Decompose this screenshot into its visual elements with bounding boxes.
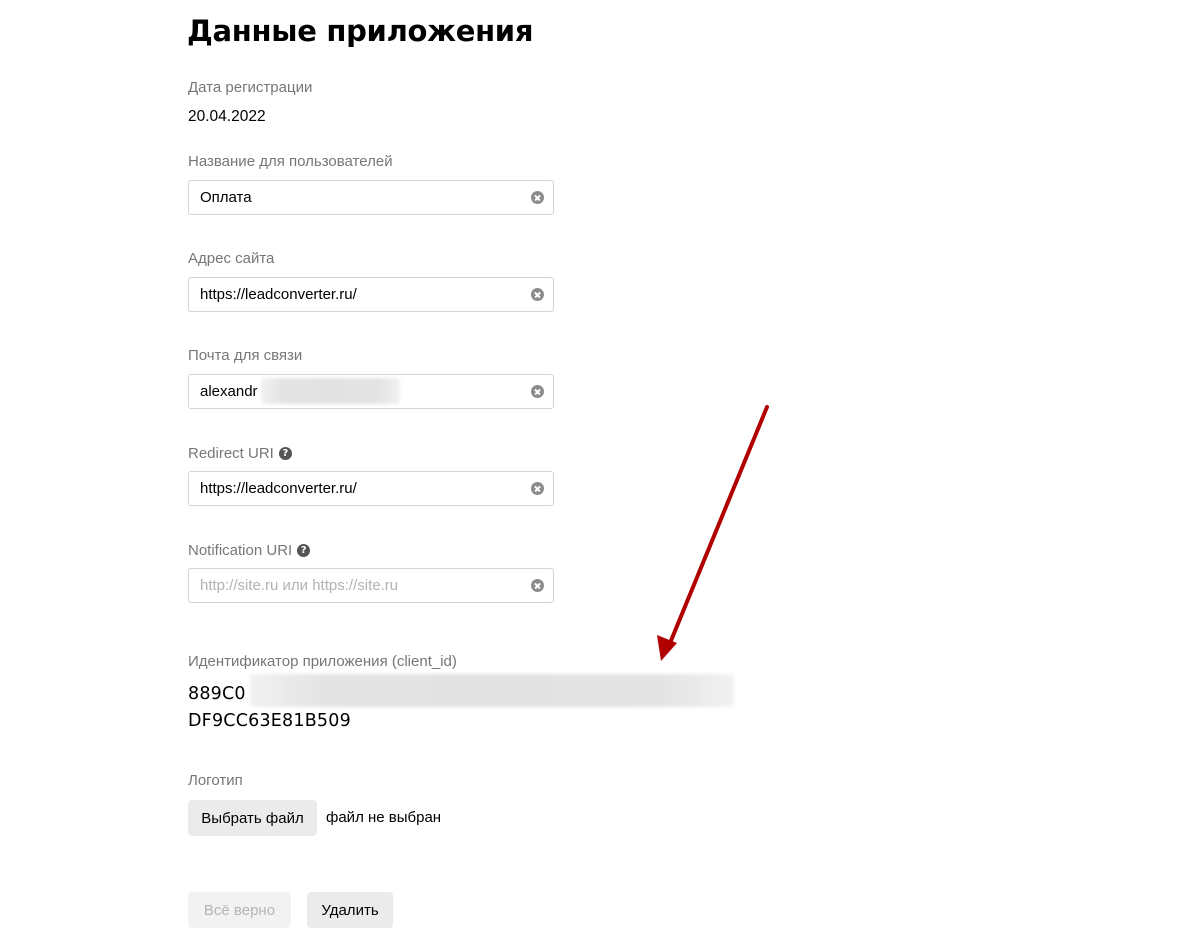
client-id-line-2: DF9CC63E81B509 [188,711,351,731]
delete-button[interactable]: Удалить [307,892,393,928]
redirect-uri-input[interactable] [200,472,520,504]
contact-email-label: Почта для связи [188,347,303,364]
registration-date-label: Дата регистрации [188,79,313,96]
site-address-input[interactable] [200,278,520,310]
file-status-text: файл не выбран [326,809,442,826]
notification-uri-field-wrapper [188,568,554,603]
site-address-field-wrapper [188,277,554,312]
question-circle-icon[interactable]: ? [278,447,292,460]
annotation-arrow-icon [657,405,769,661]
site-address-label: Адрес сайта [188,250,275,267]
clear-icon[interactable] [531,191,544,204]
question-circle-icon[interactable]: ? [297,544,311,557]
clear-icon[interactable] [531,385,544,398]
registration-date-value: 20.04.2022 [188,108,266,125]
choose-file-button[interactable]: Выбрать файл [188,800,317,836]
redaction-blur [261,378,400,404]
user-name-input[interactable] [200,181,520,213]
redirect-uri-field-wrapper [188,471,554,506]
redirect-uri-label: Redirect URI ? [188,445,292,462]
clear-icon[interactable] [531,288,544,301]
client-id-label: Идентификатор приложения (client_id) [188,653,457,670]
page-title: Данные приложения [187,14,534,48]
user-name-label: Название для пользователей [188,153,393,170]
user-name-field-wrapper [188,180,554,215]
logo-label: Логотип [188,772,243,789]
confirm-button[interactable]: Всё верно [188,892,291,928]
clear-icon[interactable] [531,482,544,495]
redaction-blur [250,674,734,707]
clear-icon[interactable] [531,579,544,592]
contact-email-field-wrapper [188,374,554,409]
notification-uri-label: Notification URI ? [188,542,311,559]
notification-uri-input[interactable] [200,569,520,601]
